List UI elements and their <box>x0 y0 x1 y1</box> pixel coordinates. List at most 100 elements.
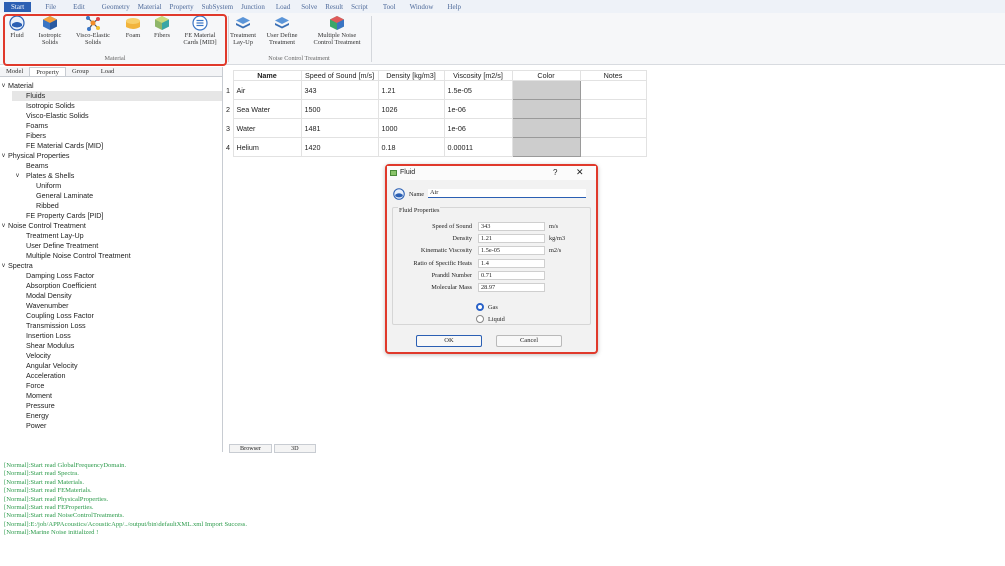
close-button[interactable]: ✕ <box>576 167 584 178</box>
menu-subsystem[interactable]: SubSystem <box>199 2 237 12</box>
menu-solve[interactable]: Solve <box>298 2 320 12</box>
table-row[interactable]: 1 Air 343 1.21 1.5e-05 <box>224 80 647 100</box>
field-input[interactable]: 1.5e-05 <box>478 246 545 256</box>
tab-browser[interactable]: Browser <box>229 444 272 453</box>
name-field[interactable]: Air <box>428 189 586 198</box>
col-speed-header[interactable]: Speed of Sound [m/s] <box>300 70 379 81</box>
gas-radio[interactable] <box>476 303 484 311</box>
menu-property[interactable]: Property <box>167 2 197 12</box>
tree-item[interactable]: Noise Control Treatment <box>8 221 86 231</box>
table-row[interactable]: 2 Sea Water 1500 1026 1e-06 <box>224 99 647 119</box>
ok-button[interactable]: OK <box>416 335 482 347</box>
cell-speed[interactable]: 1481 <box>300 118 379 138</box>
cancel-button[interactable]: Cancel <box>496 335 562 347</box>
cell-density[interactable]: 1.21 <box>377 80 445 100</box>
field-input[interactable]: 343 <box>478 222 545 231</box>
tree-item[interactable]: Fluids <box>26 91 45 101</box>
tree-item[interactable]: Shear Modulus <box>26 341 74 351</box>
tree-item[interactable]: Transmission Loss <box>26 321 86 331</box>
field-input[interactable]: 28.97 <box>478 283 545 292</box>
cell-speed[interactable]: 1420 <box>300 137 379 157</box>
tree-item[interactable]: User Define Treatment <box>26 241 98 251</box>
chevron-down-icon[interactable]: v <box>2 261 5 271</box>
menu-window[interactable]: Window <box>407 2 437 12</box>
col-density-header[interactable]: Density [kg/m3] <box>377 70 445 81</box>
chevron-down-icon[interactable]: v <box>2 151 5 161</box>
menu-help[interactable]: Help <box>444 2 464 12</box>
cell-color[interactable] <box>511 118 581 138</box>
tab-model[interactable]: Model <box>0 67 29 76</box>
tab-3d[interactable]: 3D <box>273 444 316 453</box>
table-row[interactable]: 4 Helium 1420 0.18 0.00011 <box>224 137 647 157</box>
tree-item[interactable]: Foams <box>26 121 48 131</box>
tree-item[interactable]: Spectra <box>8 261 33 271</box>
tree-item[interactable]: General Laminate <box>36 191 93 201</box>
tab-property[interactable]: Property <box>29 67 66 76</box>
tree-item[interactable]: Ribbed <box>36 201 59 211</box>
tree-item[interactable]: Angular Velocity <box>26 361 78 371</box>
tree-item[interactable]: Material <box>8 81 34 91</box>
help-button[interactable]: ? <box>553 168 557 177</box>
cell-density[interactable]: 0.18 <box>377 137 445 157</box>
menu-edit[interactable]: Edit <box>70 2 88 12</box>
cell-viscosity[interactable]: 0.00011 <box>443 137 513 157</box>
tree-item[interactable]: Wavenumber <box>26 301 68 311</box>
cell-speed[interactable]: 1500 <box>300 99 379 119</box>
tree-item[interactable]: Insertion Loss <box>26 331 71 341</box>
cell-color[interactable] <box>511 80 581 100</box>
menu-start[interactable]: Start <box>4 1 32 12</box>
tree-item[interactable]: Physical Properties <box>8 151 70 161</box>
tree-item[interactable]: Beams <box>26 161 48 171</box>
chevron-down-icon[interactable]: v <box>16 171 19 181</box>
tree-item[interactable]: Power <box>26 421 46 431</box>
col-notes-header[interactable]: Notes <box>579 70 647 81</box>
col-color-header[interactable]: Color <box>511 70 581 81</box>
menu-file[interactable]: File <box>42 2 59 12</box>
tree-item[interactable]: Pressure <box>26 401 55 411</box>
cell-color[interactable] <box>511 99 581 119</box>
menu-load[interactable]: Load <box>273 2 293 12</box>
tree-item[interactable]: Multiple Noise Control Treatment <box>26 251 131 261</box>
tree-item[interactable]: Treatment Lay-Up <box>26 231 84 241</box>
field-input[interactable]: 1.21 <box>478 234 545 244</box>
cell-notes[interactable] <box>579 99 647 119</box>
menu-result[interactable]: Result <box>322 2 346 12</box>
tree-item[interactable]: Moment <box>26 391 52 401</box>
cell-name[interactable]: Water <box>232 118 302 138</box>
tree-item[interactable]: Damping Loss Factor <box>26 271 94 281</box>
menu-junction[interactable]: Junction <box>238 2 268 12</box>
cell-density[interactable]: 1000 <box>377 118 445 138</box>
menu-tool[interactable]: Tool <box>380 2 399 12</box>
cell-viscosity[interactable]: 1e-06 <box>443 99 513 119</box>
cell-viscosity[interactable]: 1e-06 <box>443 118 513 138</box>
cell-color[interactable] <box>511 137 581 157</box>
tree-item[interactable]: Plates & Shells <box>26 171 74 181</box>
chevron-down-icon[interactable]: v <box>2 221 5 231</box>
cell-name[interactable]: Air <box>232 80 302 100</box>
tree-item[interactable]: Uniform <box>36 181 61 191</box>
tree-item[interactable]: Isotropic Solids <box>26 101 75 111</box>
user-define-treatment-button[interactable]: User Define Treatment <box>263 15 301 46</box>
cell-notes[interactable] <box>579 137 647 157</box>
menu-material[interactable]: Material <box>135 2 165 12</box>
cell-name[interactable]: Sea Water <box>232 99 302 119</box>
menu-script[interactable]: Script <box>348 2 371 12</box>
tree-item[interactable]: Energy <box>26 411 49 421</box>
multiple-noise-control-button[interactable]: Multiple Noise Control Treatment <box>307 15 367 46</box>
tree-item[interactable]: FE Material Cards [MID] <box>26 141 103 151</box>
tree-item[interactable]: Acceleration <box>26 371 66 381</box>
cell-viscosity[interactable]: 1.5e-05 <box>443 80 513 100</box>
chevron-down-icon[interactable]: v <box>2 81 5 91</box>
cell-name[interactable]: Helium <box>232 137 302 157</box>
menu-geometry[interactable]: Geometry <box>99 2 133 12</box>
cell-density[interactable]: 1026 <box>377 99 445 119</box>
tree-item[interactable]: Fibers <box>26 131 46 141</box>
cell-notes[interactable] <box>579 80 647 100</box>
cell-speed[interactable]: 343 <box>300 80 379 100</box>
cell-notes[interactable] <box>579 118 647 138</box>
col-name-header[interactable]: Name <box>232 70 302 81</box>
treatment-layup-button[interactable]: Treatment Lay-Up <box>229 15 257 46</box>
tree-item[interactable]: Visco-Elastic Solids <box>26 111 89 121</box>
tab-load[interactable]: Load <box>95 67 121 76</box>
tree-item[interactable]: Modal Density <box>26 291 72 301</box>
